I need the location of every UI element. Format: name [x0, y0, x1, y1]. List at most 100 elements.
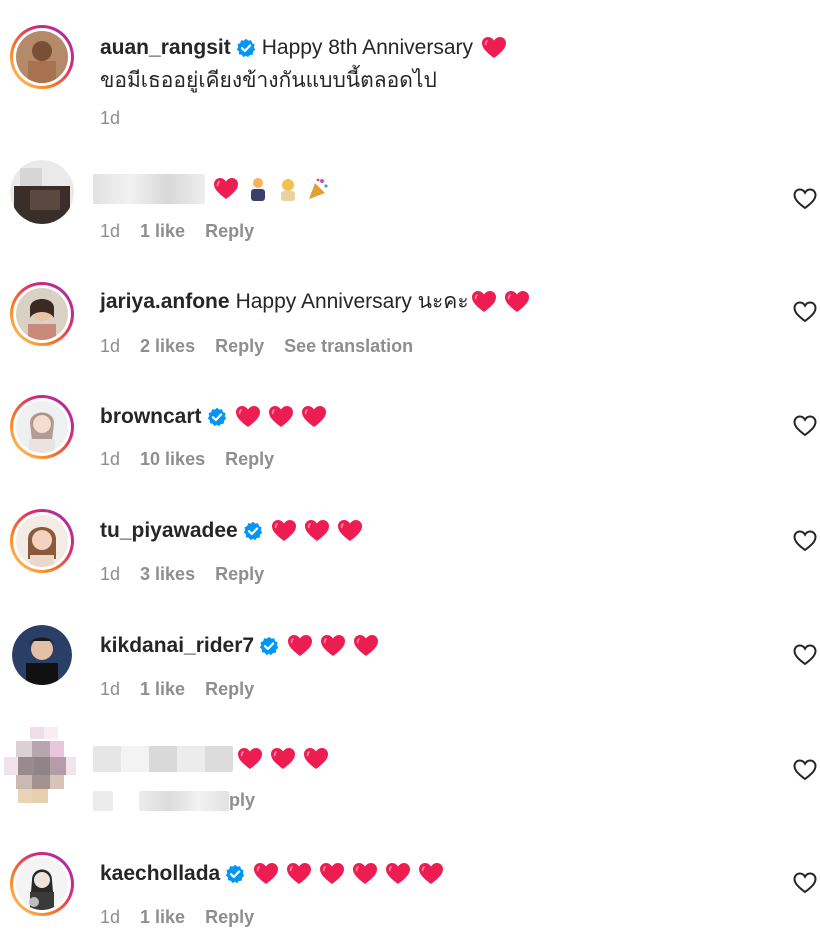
reply-button[interactable]: Reply — [205, 679, 254, 700]
heart-emoji-icon — [303, 747, 329, 771]
timestamp: 1d — [100, 679, 121, 699]
avatar[interactable] — [10, 282, 74, 346]
avatar[interactable] — [10, 395, 74, 459]
comment-meta: 1d 2 likes Reply See translation — [100, 336, 413, 357]
username[interactable]: kikdanai_rider7 — [100, 632, 254, 660]
heart-emoji-icon — [418, 862, 444, 886]
username[interactable]: jariya.anfone — [100, 288, 230, 316]
heart-emojis — [287, 634, 379, 658]
heart-emoji-icon — [287, 634, 313, 658]
timestamp: 1d — [100, 564, 121, 584]
comment-body: Happy Anniversary นะคะ — [235, 290, 469, 313]
verified-badge-icon — [243, 521, 263, 541]
avatar[interactable] — [12, 625, 72, 685]
heart-emoji-icon — [337, 519, 363, 543]
like-heart-icon[interactable] — [793, 530, 817, 552]
woman-emoji-icon — [281, 179, 295, 201]
like-heart-icon[interactable] — [793, 301, 817, 323]
like-heart-icon[interactable] — [793, 759, 817, 781]
avatar[interactable] — [10, 852, 74, 916]
verified-badge-icon — [225, 864, 245, 884]
comment-body-line-2: ขอมีเธออยู่เคียงข้างกันแบบนี้ตลอดไป — [100, 69, 437, 92]
like-count[interactable]: 3 likes — [140, 564, 195, 585]
like-heart-icon[interactable] — [793, 872, 817, 894]
heart-emojis — [253, 862, 444, 886]
heart-emoji-icon — [319, 862, 345, 886]
heart-emoji-icon — [268, 405, 294, 429]
comment-text: jariya.anfone Happy Anniversary นะคะ — [100, 288, 530, 316]
verified-badge-icon — [259, 636, 279, 656]
like-count[interactable]: 1 like — [140, 907, 185, 928]
username[interactable]: tu_piyawadee — [100, 517, 238, 545]
comment-text: kikdanai_rider7 — [100, 632, 379, 660]
timestamp: 1d — [100, 221, 121, 241]
avatar-image — [16, 515, 68, 567]
heart-emoji-icon — [253, 862, 279, 886]
comment-body: Happy 8th Anniversary — [261, 36, 474, 59]
heart-emoji-icon — [213, 177, 239, 201]
avatar-image — [12, 625, 72, 685]
reply-button[interactable]: ply — [229, 790, 255, 811]
heart-emoji-icon — [271, 519, 297, 543]
avatar[interactable] — [10, 509, 74, 573]
comment-text — [93, 174, 329, 204]
heart-emoji-icon — [235, 405, 261, 429]
blurred-meta — [93, 790, 113, 811]
timestamp: 1d — [100, 108, 121, 128]
blurred-meta — [139, 790, 229, 811]
username[interactable]: browncart — [100, 403, 202, 431]
like-count[interactable]: 1 like — [140, 221, 185, 242]
comment-text: browncart — [100, 403, 327, 431]
heart-emoji-icon — [352, 862, 378, 886]
comment-meta: 1d 3 likes Reply — [100, 564, 264, 585]
comment-text — [93, 746, 329, 772]
like-count[interactable]: 10 likes — [140, 449, 205, 470]
avatar[interactable] — [10, 160, 74, 224]
comment-meta: ply — [93, 790, 255, 811]
comment-text: auan_rangsit Happy 8th Anniversary — [100, 34, 507, 62]
like-heart-icon[interactable] — [793, 188, 817, 210]
heart-emoji-icon — [301, 405, 327, 429]
avatar-image — [0, 727, 80, 807]
avatar-image — [16, 31, 68, 83]
heart-emoji-icon — [471, 290, 497, 314]
avatar[interactable] — [10, 25, 74, 89]
man-emoji-icon — [251, 178, 265, 201]
timestamp: 1d — [100, 336, 121, 356]
reply-button[interactable]: Reply — [205, 221, 254, 242]
username[interactable]: auan_rangsit — [100, 34, 231, 62]
see-translation-button[interactable]: See translation — [284, 336, 413, 357]
reply-button[interactable]: Reply — [205, 907, 254, 928]
like-heart-icon[interactable] — [793, 415, 817, 437]
verified-badge-icon — [236, 38, 256, 58]
reply-button[interactable]: Reply — [215, 336, 264, 357]
heart-emojis — [235, 405, 327, 429]
avatar-image — [16, 288, 68, 340]
avatar-image — [16, 401, 68, 453]
heart-emoji-icon — [237, 747, 263, 771]
avatar[interactable] — [0, 727, 80, 807]
blurred-username — [93, 174, 205, 204]
username[interactable]: kaechollada — [100, 860, 220, 888]
comment-meta: 1d 1 like Reply — [100, 679, 254, 700]
like-heart-icon[interactable] — [793, 644, 817, 666]
heart-emojis — [237, 747, 329, 771]
heart-emoji-icon — [304, 519, 330, 543]
heart-emojis — [213, 177, 239, 201]
like-count[interactable]: 2 likes — [140, 336, 195, 357]
comment-text: tu_piyawadee — [100, 517, 363, 545]
heart-emoji-icon — [286, 862, 312, 886]
heart-emoji-icon — [385, 862, 411, 886]
heart-emoji-icon — [353, 634, 379, 658]
blurred-username — [93, 746, 233, 772]
heart-emoji-icon — [320, 634, 346, 658]
comment-text: kaechollada — [100, 860, 444, 888]
party-popper-icon — [309, 178, 328, 199]
avatar-image — [16, 858, 68, 910]
heart-emojis — [481, 36, 507, 60]
like-count[interactable]: 1 like — [140, 679, 185, 700]
timestamp: 1d — [100, 907, 121, 927]
reply-button[interactable]: Reply — [215, 564, 264, 585]
avatar-image — [10, 160, 74, 224]
reply-button[interactable]: Reply — [225, 449, 274, 470]
